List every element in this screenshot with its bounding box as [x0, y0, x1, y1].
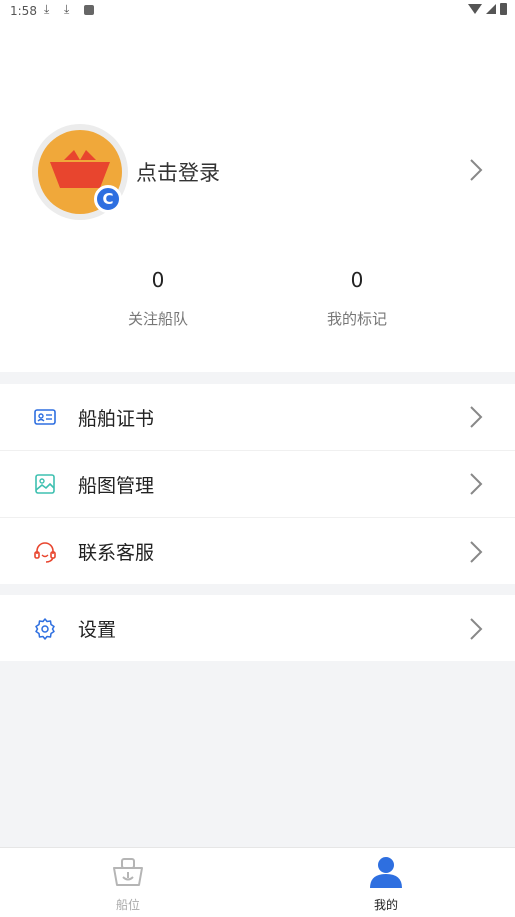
id-card-icon: [34, 409, 56, 425]
tab-ship-position[interactable]: 船位: [88, 856, 168, 913]
status-bar: 1:58 ⤓ ⤓: [0, 0, 515, 22]
menu-item-ship-certificate[interactable]: 船舶证书: [0, 384, 515, 451]
menu-label: 船图管理: [78, 474, 155, 497]
image-icon: [35, 474, 55, 494]
ship-icon: [113, 858, 143, 886]
user-icon: [370, 857, 402, 888]
status-time: 1:58: [10, 4, 37, 18]
download-icon: ⤓: [44, 2, 50, 16]
tab-label: 船位: [115, 898, 140, 912]
menu-label: 设置: [78, 619, 117, 641]
chevron-right-icon: [470, 617, 483, 640]
battery-icon: [500, 3, 507, 15]
tab-me[interactable]: 我的: [346, 856, 426, 913]
status-indicators: [468, 3, 507, 15]
menu-group-settings: 设置: [0, 595, 515, 661]
avatar-badge: C: [94, 185, 122, 213]
menu-group-main: 船舶证书 船图管理 联系客服: [0, 384, 515, 584]
menu-label: 船舶证书: [78, 407, 155, 430]
stat-my-marks[interactable]: 0 我的标记: [297, 268, 417, 329]
bottom-tabbar: 船位 我的: [0, 847, 515, 917]
chevron-right-icon[interactable]: [468, 157, 484, 183]
download-icon: ⤓: [64, 2, 70, 16]
chevron-right-icon: [470, 540, 483, 563]
stat-followed-fleets[interactable]: 0 关注船队: [98, 268, 218, 329]
gear-icon: [35, 617, 55, 640]
profile-section: C 点击登录 0 关注船队 0 我的标记: [0, 22, 515, 372]
menu-item-contact-support[interactable]: 联系客服: [0, 518, 515, 585]
notification-icon: [84, 5, 94, 15]
headset-icon: [34, 541, 56, 563]
wifi-icon: [468, 4, 482, 14]
chevron-right-icon: [470, 473, 483, 495]
stat-value: 0: [350, 268, 364, 292]
stat-value: 0: [151, 268, 165, 292]
menu-label: 联系客服: [78, 542, 155, 564]
tab-label: 我的: [373, 898, 398, 912]
menu-item-settings[interactable]: 设置: [0, 595, 515, 662]
login-link[interactable]: 点击登录: [136, 157, 220, 187]
stat-label: 关注船队: [127, 310, 188, 328]
stat-label: 我的标记: [326, 310, 387, 328]
signal-icon: [486, 4, 496, 14]
chevron-right-icon: [470, 406, 483, 428]
menu-item-ship-drawings[interactable]: 船图管理: [0, 451, 515, 518]
